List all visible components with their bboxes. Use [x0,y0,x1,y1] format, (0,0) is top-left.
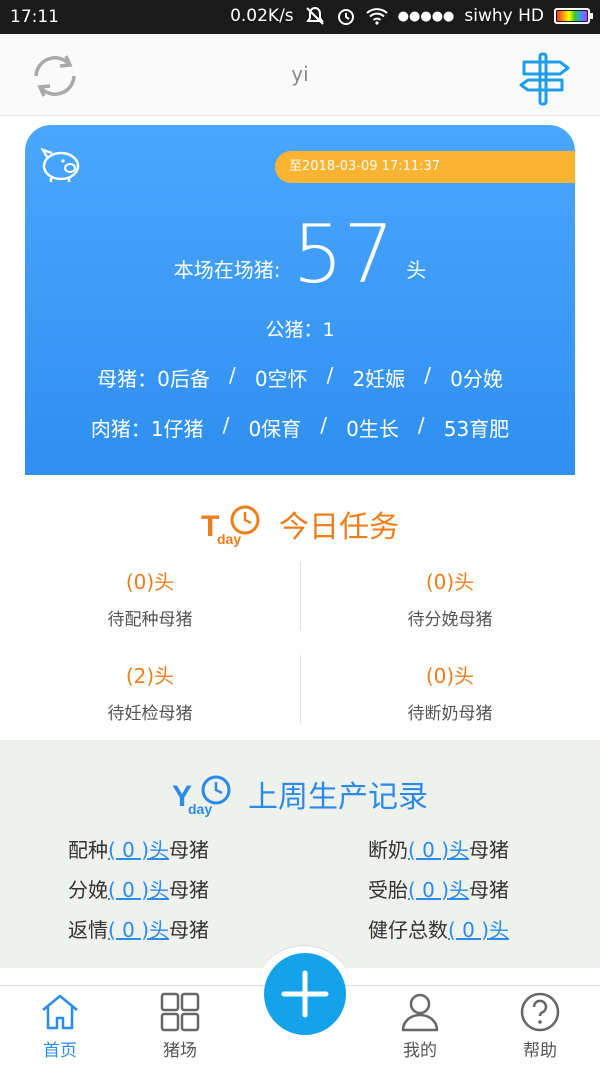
separator: / [222,413,230,437]
divider [300,562,301,630]
record-breeding: 配种( 0 )头母猪 [68,834,209,863]
signal-dots: ●●●●● [397,8,455,24]
network-speed: 0.02K/s [230,6,294,26]
task-label: 待配种母猪 [107,610,193,630]
carrier-name: siwhy HD [464,6,544,26]
task-pending-farrowing[interactable]: (0)头 待分娩母猪 [300,566,600,630]
record-link[interactable]: ( 0 )头 [108,838,169,862]
nav-help[interactable]: 帮助 [500,992,580,1061]
task-count: (0)头 [425,570,475,594]
mute-bell-icon [305,6,324,25]
record-prefix: 分娩 [68,878,108,902]
sow-reserve: 0后备 [157,367,210,391]
record-link[interactable]: ( 0 )头 [448,918,509,942]
status-time: 17:11 [10,7,59,27]
home-icon [42,994,78,1030]
sow-breakdown: 母猪： 0后备 / 0空怀 / 2妊娠 / 0分娩 [25,363,575,392]
task-pending-breeding[interactable]: (0)头 待配种母猪 [0,566,300,630]
task-pending-weaning[interactable]: (0)头 待断奶母猪 [300,660,600,724]
nav-farm[interactable]: 猪场 [140,992,220,1061]
meat-label: 肉猪： [90,417,151,441]
page-title: yi [291,62,309,86]
record-link[interactable]: ( 0 )头 [108,918,169,942]
wifi-icon [366,8,388,25]
date-badge: 至2018-03-09 17:11:37 [275,151,575,183]
separator: / [326,363,334,387]
nav-home[interactable]: 首页 [20,992,100,1061]
record-suffix: 母猪 [169,918,210,942]
svg-text:day: day [188,801,212,817]
record-link[interactable]: ( 0 )头 [108,878,169,902]
task-label: 待分娩母猪 [407,610,493,630]
record-farrowing: 分娩( 0 )头母猪 [68,874,209,903]
task-pending-pregnancy-check[interactable]: (2)头 待妊检母猪 [0,660,300,724]
total-unit: 头 [406,258,427,282]
separator: / [424,363,432,387]
record-healthy-piglets: 健仔总数( 0 )头 [368,914,509,943]
record-suffix: 母猪 [169,878,210,902]
today-tasks-title: 今日任务 [279,510,399,545]
record-link[interactable]: ( 0 )头 [408,878,469,902]
record-prefix: 返情 [68,918,108,942]
record-suffix: 母猪 [169,838,210,862]
grid-icon [160,992,200,1032]
record-prefix: 配种 [68,838,108,862]
separator: / [417,413,425,437]
meat-nursery: 0保育 [248,417,302,441]
total-label: 本场在场猪: [173,258,281,282]
signpost-icon[interactable] [518,50,574,106]
record-suffix: 母猪 [469,878,510,902]
last-week-header: Y day 上周生产记录 [0,770,600,818]
task-label: 待妊检母猪 [107,704,193,724]
record-weaning: 断奶( 0 )头母猪 [368,834,509,863]
plus-icon [281,970,329,1018]
pig-icon [40,147,80,182]
today-clock-icon: T day [201,505,260,547]
task-count: (0)头 [125,570,175,594]
last-week-title: 上周生产记录 [248,780,428,815]
svg-text:day: day [217,531,241,547]
status-right: 0.02K/s ●●●●● siwhy HD [230,6,593,26]
task-count: (2)头 [125,664,175,688]
add-button[interactable] [264,953,346,1035]
divider [300,655,301,723]
record-prefix: 断奶 [368,838,408,862]
nav-label: 帮助 [523,1041,557,1061]
meat-pig-breakdown: 肉猪： 1仔猪 / 0保育 / 0生长 / 53育肥 [25,413,575,442]
meat-grower: 0生长 [346,417,399,441]
herd-summary-card: 至2018-03-09 17:11:37 本场在场猪: 57 头 公猪：1 母猪… [25,125,575,475]
sow-pregnant: 2妊娠 [352,367,406,391]
user-icon [401,993,439,1032]
task-label: 待断奶母猪 [407,704,493,724]
sow-farrowing: 0分娩 [450,367,503,391]
yesterday-clock-icon: Y day [172,775,231,817]
record-prefix: 受胎 [368,878,408,902]
nav-profile[interactable]: 我的 [380,992,460,1061]
nav-label: 首页 [43,1041,77,1061]
boar-count: 公猪：1 [265,319,335,341]
separator: / [320,413,328,437]
sow-empty: 0空怀 [254,367,308,391]
app-header: yi [0,34,600,116]
help-icon [520,992,560,1032]
record-return-heat: 返情( 0 )头母猪 [68,914,209,943]
today-tasks-header: T day 今日任务 [0,500,600,548]
sow-label: 母猪： [97,367,158,391]
record-conception: 受胎( 0 )头母猪 [368,874,509,903]
separator: / [228,363,236,387]
record-link[interactable]: ( 0 )头 [408,838,469,862]
total-count-line: 本场在场猪: 57 头 [25,215,575,295]
total-count: 57 [292,208,395,301]
meat-finisher: 53育肥 [443,417,510,441]
record-prefix: 健仔总数 [368,918,448,942]
nav-label: 我的 [403,1041,437,1061]
battery-icon [554,8,593,24]
status-bar: 17:11 0.02K/s ●●●●● siwhy HD [0,0,600,34]
task-count: (0)头 [425,664,475,688]
meat-piglet: 1仔猪 [150,417,204,441]
record-suffix: 母猪 [469,838,510,862]
nav-label: 猪场 [163,1041,197,1061]
alarm-icon [337,9,354,25]
